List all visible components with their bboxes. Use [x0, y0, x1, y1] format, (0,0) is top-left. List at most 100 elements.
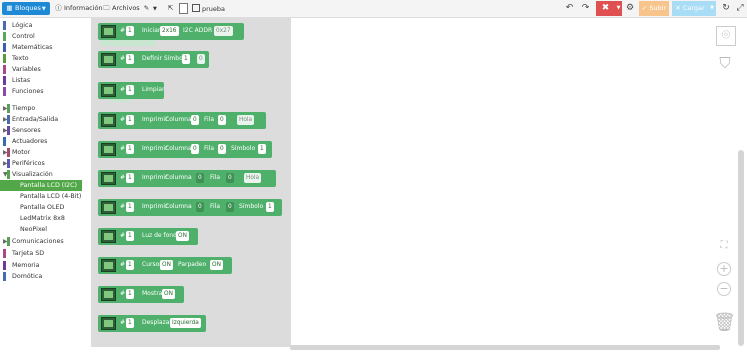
- verify-button[interactable]: ✓ Subir: [639, 1, 669, 16]
- category-label: NeoPixel: [20, 226, 48, 233]
- block-label: Fila: [204, 116, 215, 123]
- category-label: Domótica: [12, 273, 43, 280]
- lcd-index-field[interactable]: 1: [126, 202, 134, 212]
- row-field[interactable]: 0: [218, 144, 226, 154]
- block-lcd-backlight[interactable]: # 1 Luz de fondo ON: [98, 228, 198, 245]
- lcd-icon: [101, 114, 116, 127]
- tab-blocks[interactable]: ▦ Bloques▼: [2, 2, 50, 15]
- column-input[interactable]: 0: [196, 173, 204, 183]
- category-color-bar: [3, 76, 6, 85]
- text-input[interactable]: Hola: [244, 173, 262, 183]
- i2c-address-dropdown[interactable]: 0x27: [214, 26, 233, 36]
- project-icon: [192, 4, 200, 12]
- block-lcd-print-text-input[interactable]: # 1 Imprimir Columna 0 Fila 0 Hola: [98, 170, 276, 187]
- upload-button[interactable]: ✕ Cargar: [672, 1, 708, 16]
- block-lcd-cursor[interactable]: # 1 Cursor ON Parpadeo ON: [98, 257, 232, 274]
- settings-button[interactable]: ⚙: [624, 1, 636, 16]
- category-label: Listas: [12, 77, 31, 84]
- tab-info-label: Información: [64, 4, 103, 12]
- lcd-icon: [101, 259, 116, 272]
- text-field[interactable]: Hola: [237, 115, 255, 125]
- backlight-dropdown[interactable]: ON: [176, 231, 189, 241]
- lcd-index-field[interactable]: 1: [126, 54, 134, 64]
- screenshot-icon[interactable]: ⌾: [716, 26, 736, 46]
- block-hash: #: [120, 174, 126, 181]
- category-label: Control: [12, 33, 35, 40]
- subcategory-lcd-i2c[interactable]: Pantalla LCD (I2C): [0, 180, 82, 191]
- symbol-index-field[interactable]: 1: [258, 144, 266, 154]
- lcd-index-field[interactable]: 1: [126, 26, 134, 36]
- lcd-index-field[interactable]: 1: [126, 144, 134, 154]
- category-label: Tiempo: [12, 105, 36, 112]
- upload-icon: ✕: [675, 4, 681, 12]
- direction-dropdown[interactable]: Izquierda: [170, 318, 201, 328]
- redo-icon: ↷: [581, 3, 590, 13]
- tab-files[interactable]: 🗀 Archivos: [99, 2, 144, 15]
- block-lcd-print-symbol-input[interactable]: # 1 Imprimir Columna 0 Fila 0 Símbolo 1: [98, 199, 282, 216]
- lcd-index-field[interactable]: 1: [126, 85, 134, 95]
- trash-icon[interactable]: 🗑: [713, 312, 736, 336]
- lcd-icon: [101, 143, 116, 156]
- backpack-icon[interactable]: ⛉: [715, 54, 735, 76]
- workspace-vertical-scrollbar[interactable]: [738, 150, 744, 346]
- lcd-index-field[interactable]: 1: [126, 173, 134, 183]
- block-hash: #: [120, 86, 126, 93]
- symbol-index-field[interactable]: 1: [266, 202, 274, 212]
- edit-menu-button[interactable]: ✎ ▼: [139, 2, 161, 15]
- lcd-index-field[interactable]: 1: [126, 318, 134, 328]
- wrench-icon: ✎: [143, 4, 150, 12]
- block-label: Limpiar: [142, 86, 165, 93]
- lcd-index-field[interactable]: 1: [126, 231, 134, 241]
- project-name[interactable]: prueba: [192, 3, 225, 15]
- row-input[interactable]: 0: [226, 173, 234, 183]
- symbol-index-field[interactable]: 1: [182, 54, 190, 64]
- lcd-index-field[interactable]: 1: [126, 115, 134, 125]
- block-label: Columna: [165, 116, 192, 123]
- category-color-bar: [7, 237, 10, 246]
- info-icon: ⓘ: [55, 4, 62, 12]
- stop-button[interactable]: ✖: [596, 1, 615, 16]
- lcd-index-field[interactable]: 1: [126, 260, 134, 270]
- block-lcd-init[interactable]: # 1 Iniciar 2x16 I2C ADDR 0x27: [98, 23, 244, 40]
- block-lcd-scroll[interactable]: # 1 Desplazar Izquierda: [98, 315, 206, 332]
- zoom-in-icon[interactable]: +: [717, 262, 731, 276]
- symbol-data-field[interactable]: 0: [197, 54, 205, 64]
- block-lcd-display[interactable]: # 1 Mostrar ON: [98, 286, 184, 303]
- stop-menu-button[interactable]: ▼: [615, 1, 622, 16]
- gear-icon: ⚙: [625, 3, 635, 13]
- refresh-button[interactable]: ↻: [720, 1, 732, 16]
- tab-files-label: Archivos: [112, 4, 140, 12]
- block-lcd-define-symbol[interactable]: # 1 Definir Símbolo 1 0: [98, 51, 209, 68]
- chevron-down-icon: ▼: [710, 5, 714, 11]
- redo-button[interactable]: ↷: [579, 1, 592, 16]
- row-input[interactable]: 0: [226, 202, 234, 212]
- block-lcd-print-text[interactable]: # 1 Imprimir Columna 0 Fila 0 Hola: [98, 112, 266, 129]
- row-field[interactable]: 0: [218, 115, 226, 125]
- column-field[interactable]: 0: [191, 115, 199, 125]
- undo-button[interactable]: ↶: [563, 1, 576, 16]
- upload-menu-button[interactable]: ▼: [708, 1, 716, 16]
- blink-dropdown[interactable]: ON: [210, 260, 223, 270]
- category-label: Lógica: [12, 22, 33, 29]
- share-button[interactable]: ⇱: [163, 2, 180, 15]
- chevron-down-icon: ▼: [153, 6, 157, 12]
- category-color-bar: [3, 87, 6, 96]
- document-icon[interactable]: [179, 3, 188, 14]
- recenter-icon[interactable]: ⛶: [717, 240, 731, 254]
- display-dropdown[interactable]: ON: [162, 289, 175, 299]
- cursor-dropdown[interactable]: ON: [160, 260, 173, 270]
- block-label: Imprimir: [142, 203, 168, 210]
- block-lcd-clear[interactable]: # 1 Limpiar: [98, 82, 164, 99]
- block-hash: #: [120, 290, 126, 297]
- block-connector: [110, 99, 130, 102]
- workspace-horizontal-scrollbar[interactable]: [290, 345, 720, 350]
- lcd-index-field[interactable]: 1: [126, 289, 134, 299]
- fullscreen-button[interactable]: ⤢: [734, 1, 746, 16]
- category-color-bar: [3, 261, 6, 270]
- block-lcd-print-symbol[interactable]: # 1 Imprimir Columna 0 Fila 0 Símbolo 1: [98, 141, 272, 158]
- blockly-workspace[interactable]: [291, 18, 747, 347]
- lcd-size-dropdown[interactable]: 2x16: [160, 26, 179, 36]
- column-input[interactable]: 0: [196, 202, 204, 212]
- column-field[interactable]: 0: [191, 144, 199, 154]
- zoom-out-icon[interactable]: −: [717, 282, 731, 296]
